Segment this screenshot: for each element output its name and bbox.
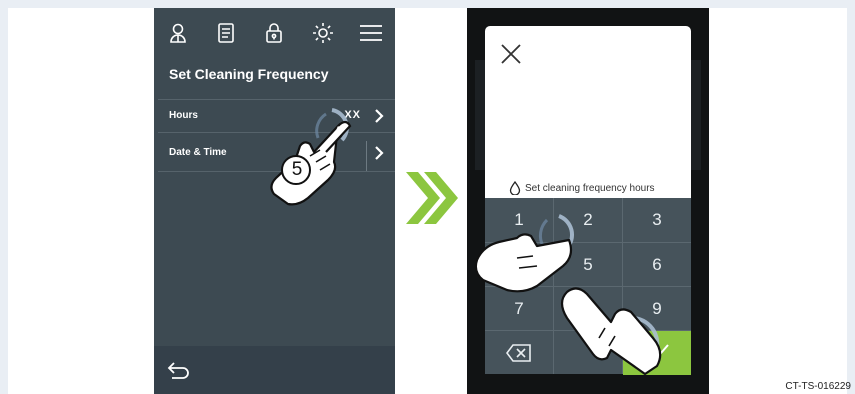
row-label: Hours — [169, 110, 198, 121]
backspace-icon — [506, 344, 531, 362]
divider — [158, 99, 395, 100]
keypad-screen: Set cleaning frequency hours 1 2 3 4 5 6… — [467, 8, 709, 394]
row-label: Date & Time — [169, 147, 227, 158]
hand-pointer-icon — [560, 287, 662, 376]
user-icon[interactable] — [164, 19, 192, 47]
step-marker: 5 — [291, 159, 303, 180]
brightness-icon[interactable] — [309, 19, 337, 47]
input-dialog: Set cleaning frequency hours — [485, 26, 691, 198]
bottom-bar — [154, 346, 395, 394]
top-toolbar — [154, 8, 395, 58]
next-step-arrow-icon — [406, 172, 458, 224]
lock-icon[interactable] — [260, 19, 288, 47]
document-icon[interactable] — [212, 19, 240, 47]
settings-screen: Set Cleaning Frequency Hours XX Date & T… — [154, 8, 395, 394]
menu-icon[interactable] — [357, 19, 385, 47]
close-icon[interactable] — [499, 42, 523, 66]
back-icon[interactable] — [166, 358, 192, 382]
hint-label: Set cleaning frequency hours — [525, 182, 655, 194]
hint-text: Set cleaning frequency hours — [509, 181, 655, 195]
figure-id: CT-TS-016229 — [785, 381, 851, 392]
backspace-key[interactable] — [485, 331, 553, 375]
page-title: Set Cleaning Frequency — [169, 66, 329, 82]
water-drop-icon — [509, 181, 521, 195]
key-3[interactable]: 3 — [623, 198, 691, 242]
hand-pointer-icon — [270, 108, 352, 206]
